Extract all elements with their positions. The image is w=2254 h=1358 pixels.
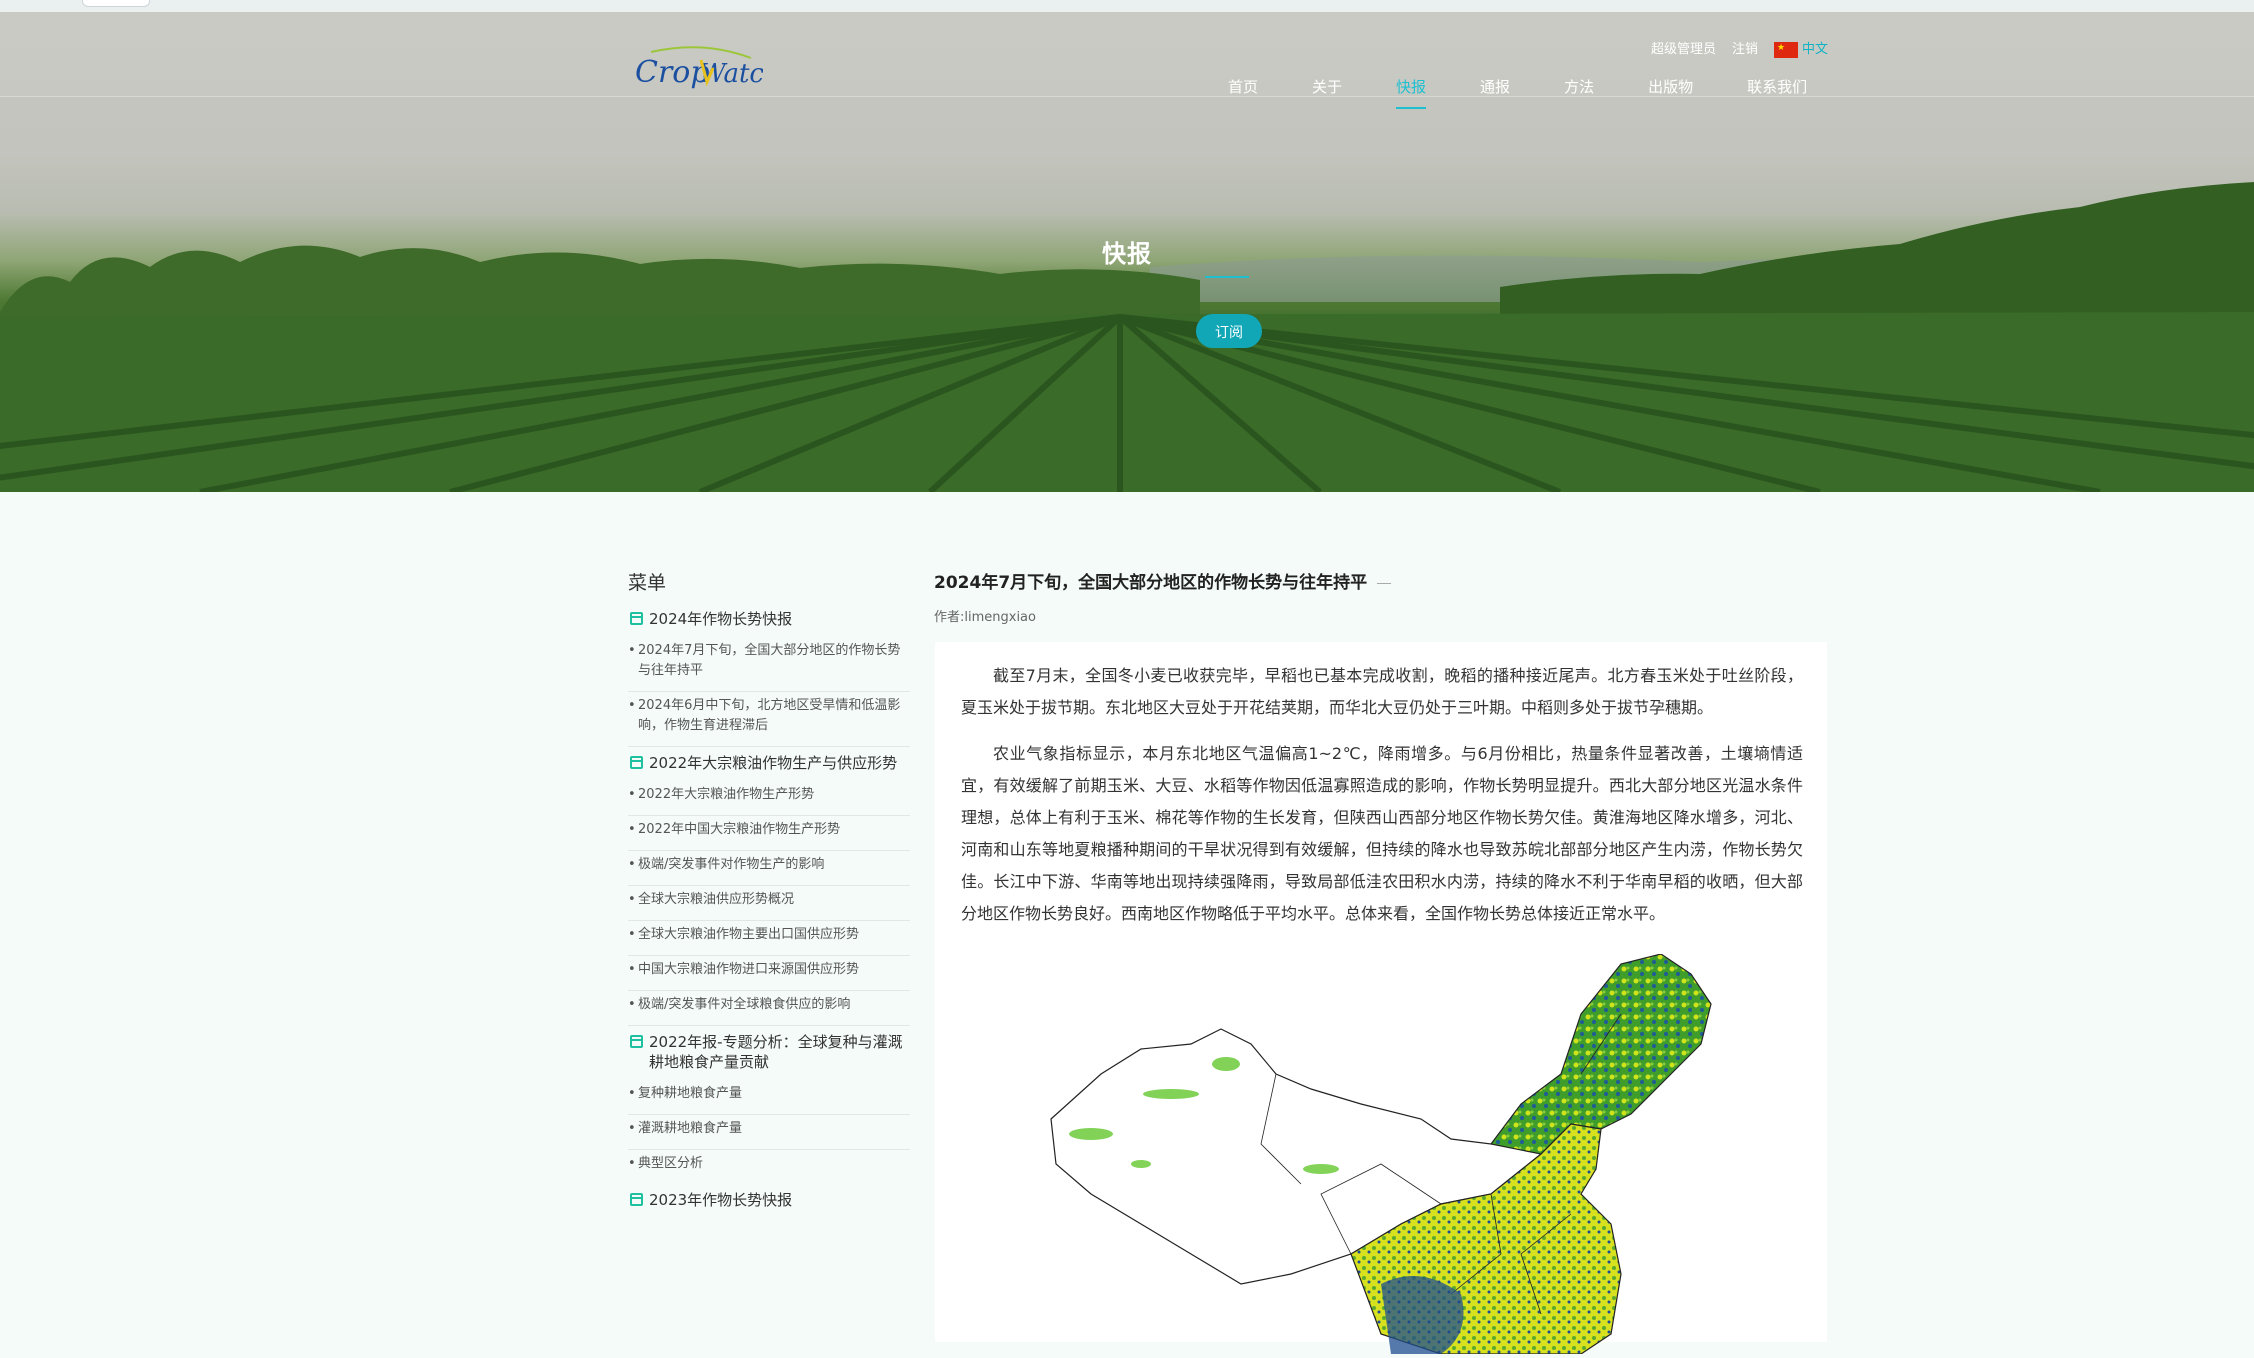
sidebar-category[interactable]: 2022年报-专题分析：全球复种与灌溉耕地粮食产量贡献 bbox=[628, 1026, 910, 1080]
nav-publications[interactable]: 出版物 bbox=[1648, 76, 1693, 97]
nav-bulletin-quick[interactable]: 快报 bbox=[1396, 76, 1427, 109]
admin-link[interactable]: 超级管理员 bbox=[1651, 38, 1716, 57]
sidebar-item[interactable]: • 全球大宗粮油供应形势概况 bbox=[628, 886, 910, 921]
bullet-icon: • bbox=[628, 857, 636, 872]
browser-tab[interactable] bbox=[82, 0, 150, 7]
sidebar-item[interactable]: • 极端/突发事件对全球粮食供应的影响 bbox=[628, 991, 910, 1026]
bullet-icon: • bbox=[628, 698, 636, 713]
sidebar-item[interactable]: • 2022年大宗粮油作物生产形势 bbox=[628, 781, 910, 816]
title-dash bbox=[1377, 582, 1392, 584]
china-flag-icon bbox=[1773, 41, 1798, 58]
nav-about[interactable]: 关于 bbox=[1312, 76, 1342, 97]
bullet-icon: • bbox=[628, 822, 636, 837]
calendar-icon bbox=[630, 756, 643, 769]
sidebar-item[interactable]: • 灌溉耕地粮食产量 bbox=[628, 1115, 910, 1150]
sidebar-category[interactable]: 2024年作物长势快报 bbox=[628, 603, 910, 637]
calendar-icon bbox=[630, 1193, 643, 1206]
sidebar-item[interactable]: • 典型区分析 bbox=[628, 1150, 910, 1184]
header-divider bbox=[0, 96, 2254, 97]
user-links: 超级管理员 注销 中文 bbox=[1651, 38, 1828, 58]
bullet-icon: • bbox=[628, 997, 636, 1012]
sidebar-title: 菜单 bbox=[628, 572, 667, 594]
article-body: 截至7月末，全国冬小麦已收获完毕，早稻也已基本完成收割，晚稻的播种接近尾声。北方… bbox=[935, 642, 1827, 1355]
sidebar-item[interactable]: • 2022年中国大宗粮油作物生产形势 bbox=[628, 816, 910, 851]
bullet-icon: • bbox=[628, 962, 636, 977]
calendar-icon bbox=[630, 1035, 643, 1048]
hero-title: 快报 bbox=[1102, 240, 1152, 268]
sidebar-item[interactable]: • 2024年7月下旬，全国大部分地区的作物长势与往年持平 bbox=[628, 637, 910, 692]
nav-home[interactable]: 首页 bbox=[1228, 76, 1258, 97]
bullet-icon: • bbox=[628, 927, 636, 942]
article-author: 作者:limengxiao bbox=[934, 610, 1036, 625]
nav-bulletin[interactable]: 通报 bbox=[1480, 76, 1510, 97]
sidebar-item[interactable]: • 中国大宗粮油作物进口来源国供应形势 bbox=[628, 956, 910, 991]
crop-condition-map bbox=[1021, 953, 1721, 1358]
bullet-icon: • bbox=[628, 643, 636, 658]
subscribe-button[interactable]: 订阅 bbox=[1196, 314, 1262, 348]
sidebar-category[interactable]: 2022年大宗粮油作物生产与供应形势 bbox=[628, 747, 910, 781]
sidebar-item[interactable]: • 极端/突发事件对作物生产的影响 bbox=[628, 851, 910, 886]
sidebar-item[interactable]: • 2024年6月中下旬，北方地区受旱情和低温影响，作物生育进程滞后 bbox=[628, 692, 910, 747]
hero-title-underline bbox=[1205, 276, 1249, 278]
calendar-icon bbox=[630, 612, 643, 625]
svg-text:Watch: Watch bbox=[699, 59, 763, 89]
sidebar-item[interactable]: • 复种耕地粮食产量 bbox=[628, 1080, 910, 1115]
logout-link[interactable]: 注销 bbox=[1732, 38, 1758, 57]
china-map-image bbox=[1050, 953, 1712, 1355]
bullet-icon: • bbox=[628, 1121, 636, 1136]
sidebar-category[interactable]: 2023年作物长势快报 bbox=[628, 1184, 910, 1218]
article-title: 2024年7月下旬，全国大部分地区的作物长势与往年持平 bbox=[934, 568, 1392, 593]
bullet-icon: • bbox=[628, 1086, 636, 1101]
nav-contact[interactable]: 联系我们 bbox=[1747, 76, 1807, 97]
main-nav: 首页 关于 快报 通报 方法 出版物 联系我们 bbox=[1228, 76, 1807, 109]
sidebar-menu: 菜单 2024年作物长势快报 • 2024年7月下旬，全国大部分地区的作物长势与往… bbox=[628, 568, 910, 1218]
sidebar-item[interactable]: • 全球大宗粮油作物主要出口国供应形势 bbox=[628, 921, 910, 956]
cropwatch-logo[interactable]: Crop Watch bbox=[633, 42, 763, 98]
article-paragraph: 截至7月末，全国冬小麦已收获完毕，早稻也已基本完成收割，晚稻的播种接近尾声。北方… bbox=[961, 666, 1803, 717]
nav-methods[interactable]: 方法 bbox=[1564, 76, 1594, 97]
bullet-icon: • bbox=[628, 787, 636, 802]
bullet-icon: • bbox=[628, 892, 636, 907]
language-switch[interactable]: 中文 bbox=[1773, 38, 1828, 58]
hero-banner: Crop Watch 超级管理员 注销 中文 首页 关于 快报 通报 方法 出版… bbox=[0, 12, 2254, 492]
article-paragraph: 农业气象指标显示，本月东北地区气温偏高1~2℃，降雨增多。与6月份相比，热量条件… bbox=[961, 744, 1803, 923]
bullet-icon: • bbox=[628, 1156, 636, 1171]
